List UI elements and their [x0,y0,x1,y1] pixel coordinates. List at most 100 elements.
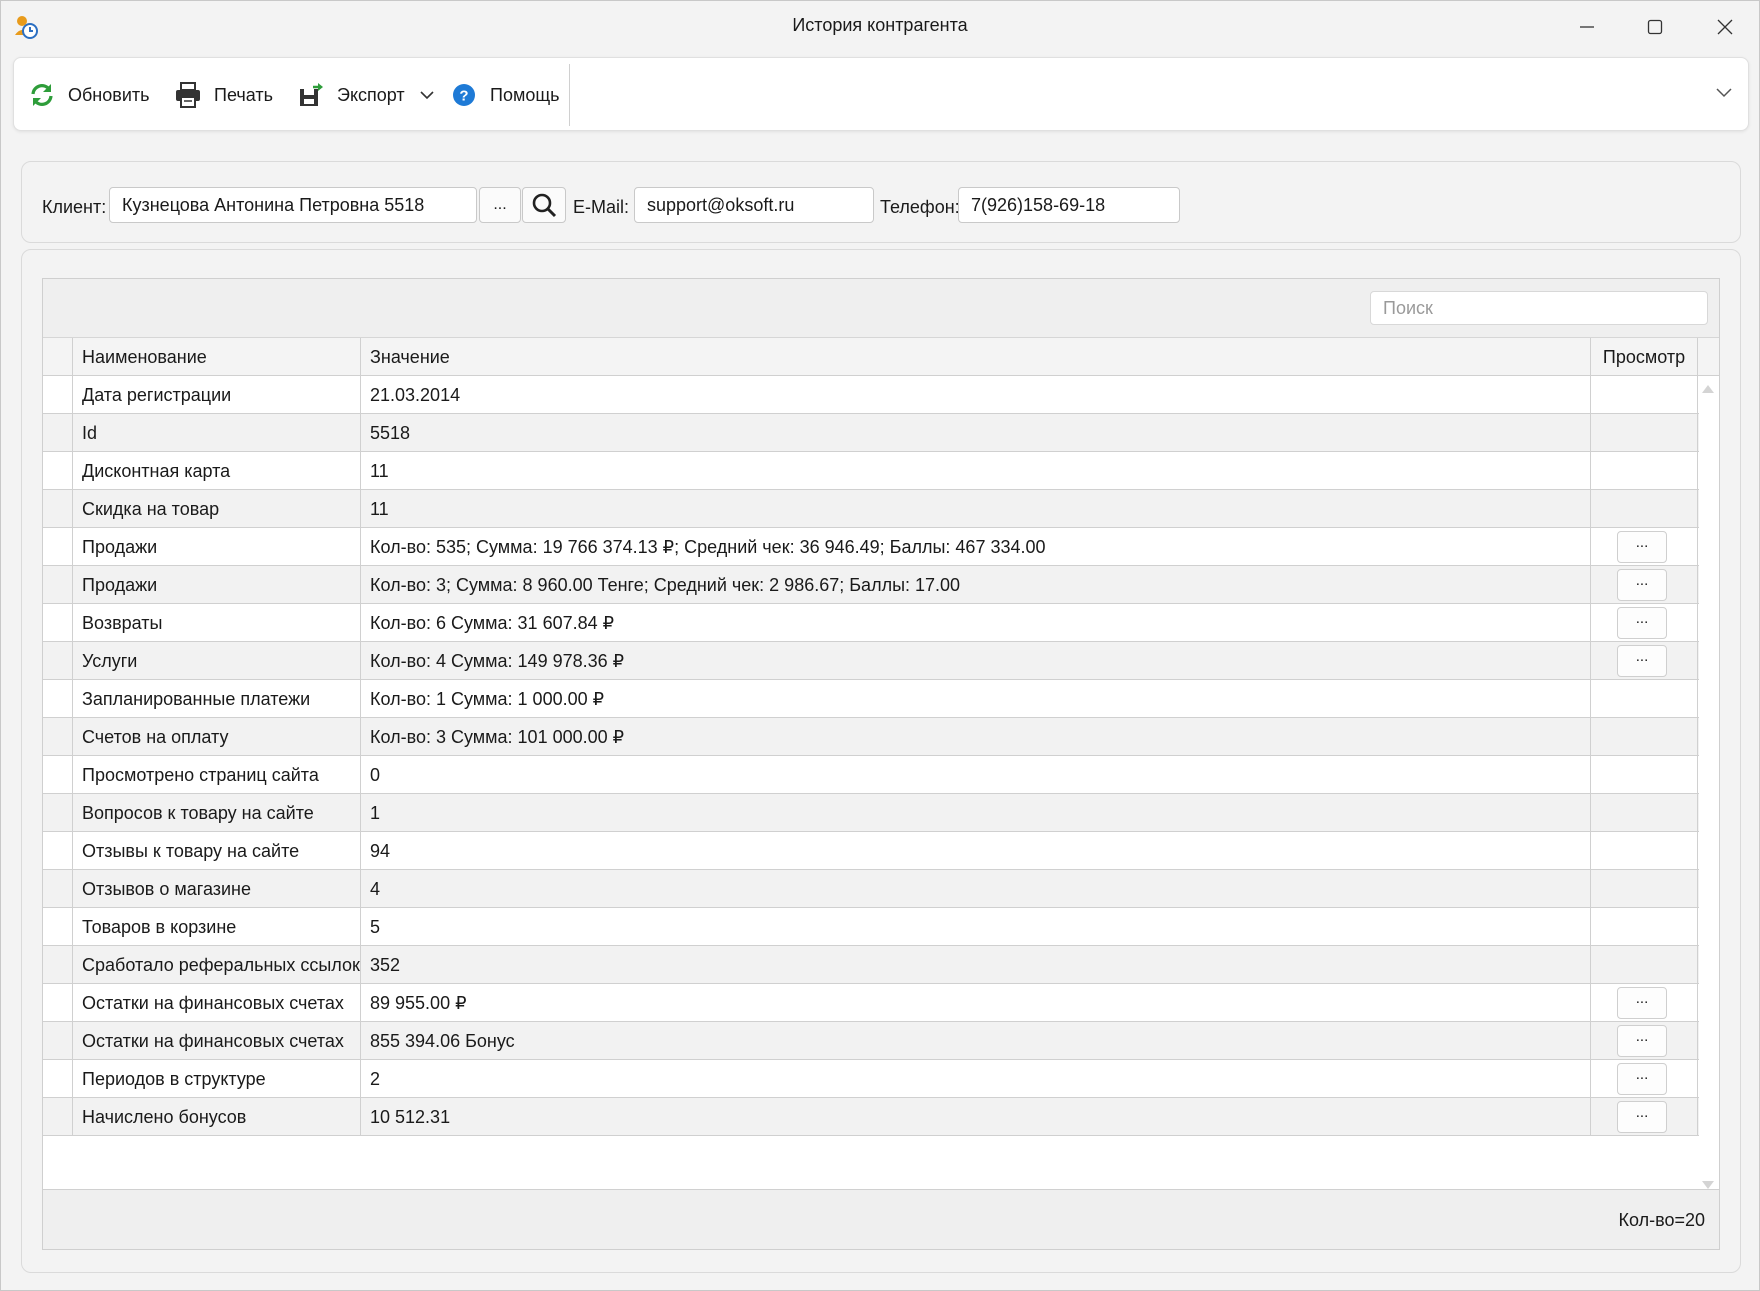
table-row[interactable]: Дисконтная карта 11 [43,452,1699,490]
toolbar-expand-button[interactable] [1714,82,1738,106]
row-value-cell: Кол-во: 6 Сумма: 31 607.84 ₽ [361,604,1591,642]
row-value-cell: 855 394.06 Бонус [361,1022,1591,1060]
row-name-cell: Сработало реферальных ссылок [73,946,361,984]
row-indicator-cell[interactable] [43,376,73,414]
row-name-cell: Скидка на товар [73,490,361,528]
table-row[interactable]: Возвраты Кол-во: 6 Сумма: 31 607.84 ₽... [43,604,1699,642]
export-icon [297,81,325,109]
table-row[interactable]: Продажи Кол-во: 3; Сумма: 8 960.00 Тенге;… [43,566,1699,604]
table-row[interactable]: Id 5518 [43,414,1699,452]
row-name-cell: Счетов на оплату [73,718,361,756]
row-value-cell: Кол-во: 3 Сумма: 101 000.00 ₽ [361,718,1591,756]
view-details-button[interactable]: ... [1617,987,1667,1019]
print-button[interactable]: Печать [174,76,273,114]
row-view-cell [1591,680,1698,718]
phone-field[interactable] [958,187,1180,223]
table-row[interactable]: Дата регистрации 21.03.2014 [43,376,1699,414]
row-indicator-cell[interactable] [43,756,73,794]
row-indicator-cell[interactable] [43,794,73,832]
close-icon [1717,19,1733,35]
table-row[interactable]: Сработало реферальных ссылок 352 [43,946,1699,984]
row-indicator-cell[interactable] [43,414,73,452]
view-details-button[interactable]: ... [1617,1063,1667,1095]
table-row[interactable]: Услуги Кол-во: 4 Сумма: 149 978.36 ₽... [43,642,1699,680]
row-view-cell: ... [1591,1060,1698,1098]
refresh-label: Обновить [68,84,150,105]
column-header-value[interactable]: Значение [361,338,1591,376]
row-view-cell: ... [1591,642,1698,680]
export-button[interactable]: Экспорт [297,76,435,114]
view-details-button[interactable]: ... [1617,1101,1667,1133]
row-value-cell: 21.03.2014 [361,376,1591,414]
view-details-button[interactable]: ... [1617,569,1667,601]
row-indicator-cell[interactable] [43,452,73,490]
table-row[interactable]: Остатки на финансовых счетах 89 955.00 ₽.… [43,984,1699,1022]
row-indicator-cell[interactable] [43,908,73,946]
row-view-cell [1591,870,1698,908]
row-view-cell [1591,908,1698,946]
row-indicator-cell[interactable] [43,832,73,870]
row-indicator-cell[interactable] [43,946,73,984]
table-row[interactable]: Периодов в структуре 2... [43,1060,1699,1098]
table-row[interactable]: Счетов на оплату Кол-во: 3 Сумма: 101 000… [43,718,1699,756]
title-bar: История контрагента [1,1,1759,53]
row-value-cell: 11 [361,452,1591,490]
table-row[interactable]: Вопросов к товару на сайте 1 [43,794,1699,832]
row-indicator-cell[interactable] [43,490,73,528]
row-indicator-cell[interactable] [43,642,73,680]
scroll-down-arrow[interactable] [1701,1175,1715,1189]
row-indicator-cell[interactable] [43,566,73,604]
row-indicator-cell[interactable] [43,1060,73,1098]
view-details-button[interactable]: ... [1617,1025,1667,1057]
help-icon: ? [450,81,478,109]
row-view-cell [1591,490,1698,528]
column-header-view[interactable]: Просмотр [1591,338,1698,376]
maximize-button[interactable] [1621,1,1689,53]
refresh-button[interactable]: Обновить [28,76,150,114]
search-icon [532,193,557,218]
row-indicator-cell[interactable] [43,1022,73,1060]
grid-search-input[interactable] [1370,291,1708,325]
email-field[interactable] [634,187,874,223]
row-indicator-cell[interactable] [43,680,73,718]
table-row[interactable]: Отзывов о магазине 4 [43,870,1699,908]
client-field[interactable] [109,187,477,223]
row-indicator-cell[interactable] [43,870,73,908]
table-row[interactable]: Отзывы к товару на сайте 94 [43,832,1699,870]
table-row[interactable]: Запланированные платежи Кол-во: 1 Сумма: … [43,680,1699,718]
table-row[interactable]: Просмотрено страниц сайта 0 [43,756,1699,794]
row-name-cell: Остатки на финансовых счетах [73,984,361,1022]
view-details-button[interactable]: ... [1617,645,1667,677]
row-view-cell [1591,376,1698,414]
table-row[interactable]: Товаров в корзине 5 [43,908,1699,946]
table-row[interactable]: Скидка на товар 11 [43,490,1699,528]
row-name-cell: Просмотрено страниц сайта [73,756,361,794]
scroll-up-arrow[interactable] [1701,379,1715,393]
row-value-cell: 1 [361,794,1591,832]
client-search-button[interactable] [522,187,566,223]
row-indicator-cell[interactable] [43,528,73,566]
table-row[interactable]: Остатки на финансовых счетах 855 394.06 Б… [43,1022,1699,1060]
close-button[interactable] [1691,1,1759,53]
view-details-button[interactable]: ... [1617,607,1667,639]
row-name-cell: Начислено бонусов [73,1098,361,1136]
client-browse-button[interactable]: ... [479,187,521,223]
minimize-icon [1580,26,1594,28]
row-view-cell [1591,832,1698,870]
column-header-name[interactable]: Наименование [73,338,361,376]
view-details-button[interactable]: ... [1617,531,1667,563]
row-indicator-cell[interactable] [43,984,73,1022]
row-indicator-cell[interactable] [43,718,73,756]
table-row[interactable]: Начислено бонусов 10 512.31... [43,1098,1699,1136]
help-button[interactable]: ? Помощь [450,76,560,114]
row-indicator-cell[interactable] [43,1098,73,1136]
table-row[interactable]: Продажи Кол-во: 535; Сумма: 19 766 374.13… [43,528,1699,566]
row-name-cell: Дисконтная карта [73,452,361,490]
row-name-cell: Id [73,414,361,452]
row-value-cell: 11 [361,490,1591,528]
history-grid: Наименование Значение Просмотр Дата реги… [42,278,1720,1250]
row-value-cell: 5518 [361,414,1591,452]
row-name-cell: Запланированные платежи [73,680,361,718]
row-indicator-cell[interactable] [43,604,73,642]
minimize-button[interactable] [1553,1,1621,53]
